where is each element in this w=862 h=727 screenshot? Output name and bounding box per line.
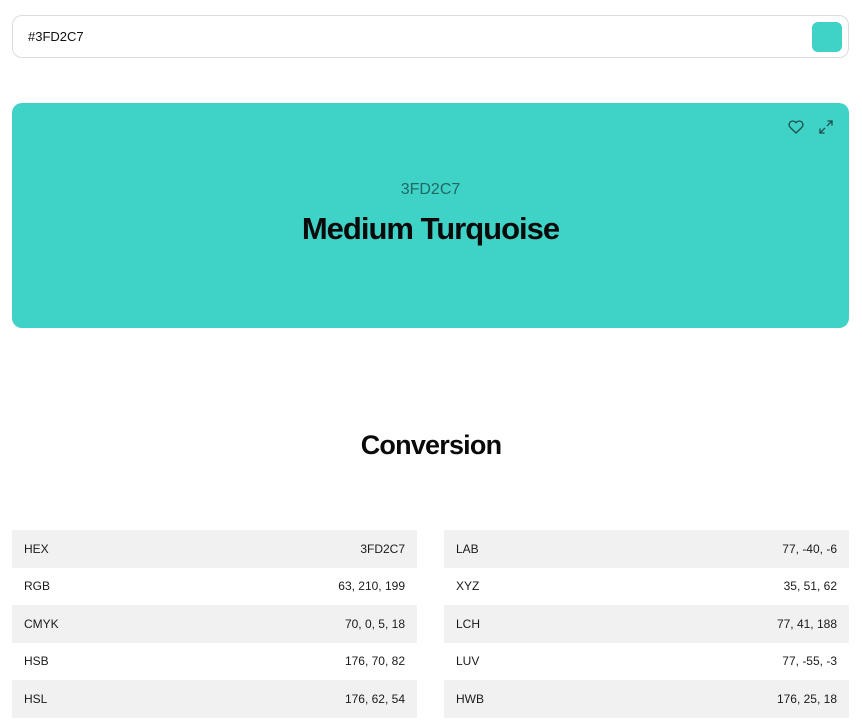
- format-label: LUV: [456, 654, 480, 669]
- table-row: HWB 176, 25, 18: [444, 680, 849, 718]
- table-row: HSL 176, 62, 54: [12, 680, 417, 718]
- heart-icon[interactable]: [787, 118, 805, 136]
- format-value: 176, 25, 18: [776, 691, 837, 706]
- format-value: 63, 210, 199: [338, 579, 405, 594]
- format-label: LAB: [456, 541, 479, 556]
- table-row: RGB 63, 210, 199: [12, 567, 417, 605]
- format-value: 35, 51, 62: [783, 579, 837, 594]
- format-value: 176, 70, 82: [344, 654, 405, 669]
- format-label: HWB: [456, 691, 484, 706]
- format-label: HSL: [24, 691, 48, 706]
- format-value: 3FD2C7: [360, 541, 405, 556]
- format-value: 70, 0, 5, 18: [344, 616, 405, 631]
- table-row: HSB 176, 70, 82: [12, 642, 417, 680]
- format-label: LCH: [456, 616, 481, 631]
- conversion-table-right: LAB 77, -40, -6 XYZ 35, 51, 62 LCH 77, 4…: [444, 530, 849, 718]
- conversion-table-left: HEX 3FD2C7 RGB 63, 210, 199 CMYK 70, 0, …: [12, 530, 417, 718]
- expand-icon[interactable]: [817, 118, 835, 136]
- color-preview-card: 3FD2C7 Medium Turquoise: [12, 103, 849, 328]
- color-name-title: Medium Turquoise: [301, 211, 560, 246]
- table-row: LCH 77, 41, 188: [444, 605, 849, 643]
- format-label: HEX: [24, 541, 49, 556]
- color-swatch-button[interactable]: [812, 21, 842, 52]
- format-label: HSB: [24, 654, 49, 669]
- format-value: 176, 62, 54: [344, 691, 405, 706]
- format-value: 77, 41, 188: [776, 616, 837, 631]
- conversion-heading: Conversion: [360, 430, 502, 460]
- format-label: RGB: [24, 579, 51, 594]
- hex-color-input[interactable]: [28, 16, 812, 57]
- table-row: LUV 77, -55, -3: [444, 642, 849, 680]
- format-value: 77, -55, -3: [782, 654, 837, 669]
- color-input-bar: [12, 15, 849, 58]
- table-row: CMYK 70, 0, 5, 18: [12, 605, 417, 643]
- card-actions: [787, 118, 835, 136]
- format-label: CMYK: [24, 616, 59, 631]
- table-row: HEX 3FD2C7: [12, 530, 417, 568]
- card-hex-code: 3FD2C7: [400, 181, 461, 198]
- table-row: LAB 77, -40, -6: [444, 530, 849, 568]
- format-label: XYZ: [456, 579, 480, 594]
- format-value: 77, -40, -6: [782, 541, 837, 556]
- table-row: XYZ 35, 51, 62: [444, 567, 849, 605]
